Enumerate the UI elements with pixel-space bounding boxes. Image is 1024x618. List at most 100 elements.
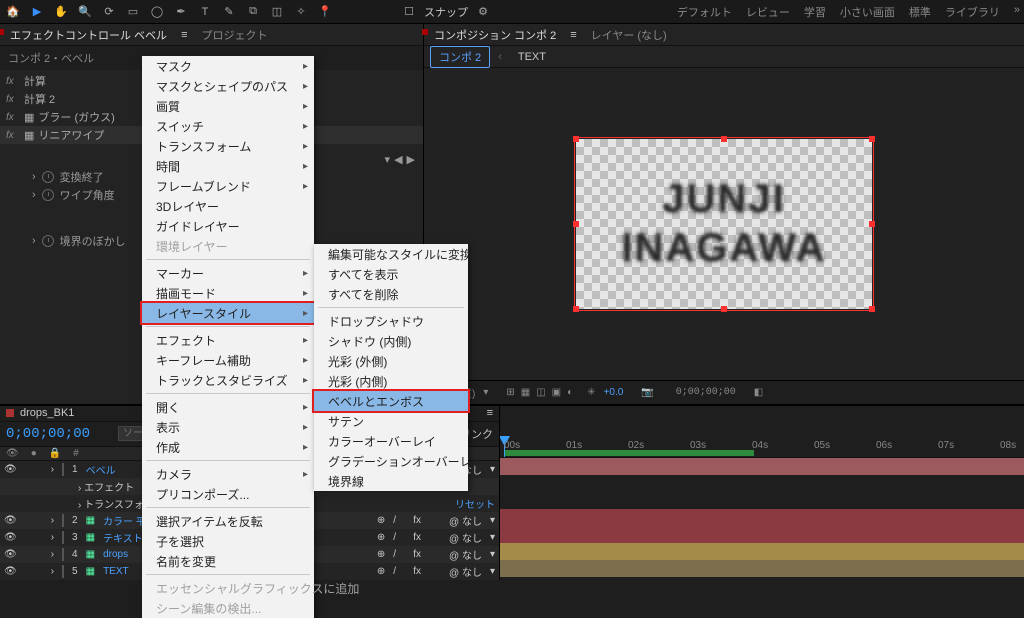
composition-viewer[interactable]: JUNJI INAGAWA: [424, 68, 1024, 380]
region-icon[interactable]: ▣: [552, 387, 561, 398]
menu-item[interactable]: マスク: [142, 56, 314, 76]
menu-item[interactable]: 画質: [142, 96, 314, 116]
menu-item[interactable]: 作成: [142, 437, 314, 457]
tab-composition[interactable]: コンポジション コンポ 2: [430, 25, 560, 45]
zoom-tool-icon[interactable]: 🔍: [76, 3, 94, 21]
submenu-item[interactable]: サテン: [314, 411, 468, 431]
timeline-tab[interactable]: drops_BK1: [20, 407, 74, 419]
menu-item[interactable]: マスクとシェイプのパス: [142, 76, 314, 96]
submenu-item[interactable]: すべてを削除: [314, 284, 468, 304]
workspace-more-icon[interactable]: »: [1014, 4, 1020, 20]
handle-icon[interactable]: [869, 136, 875, 142]
nav-arrows[interactable]: ▾◀▶: [385, 153, 415, 166]
exposure-value[interactable]: +0.0: [604, 387, 624, 398]
channel-icon[interactable]: ◐: [567, 387, 573, 398]
workspace-library[interactable]: ライブラリ: [945, 4, 1000, 20]
timeline-tracks[interactable]: 00s01s02s03s04s05s06s07s08s: [500, 406, 1024, 580]
submenu-item[interactable]: 光彩 (内側): [314, 371, 468, 391]
tab-effect-controls[interactable]: エフェクトコントロール ベベル: [6, 25, 171, 45]
layer-bar[interactable]: [500, 543, 1024, 560]
menu-item[interactable]: スイッチ: [142, 116, 314, 136]
panel-menu-icon[interactable]: ≡: [570, 29, 576, 41]
workspace-review[interactable]: レビュー: [746, 4, 790, 20]
menu-item[interactable]: カメラ: [142, 464, 314, 484]
menu-item[interactable]: 3Dレイヤー: [142, 196, 314, 216]
menu-item[interactable]: 開く: [142, 397, 314, 417]
layer-bar[interactable]: [500, 509, 1024, 526]
selection-tool-icon[interactable]: ▶: [28, 3, 46, 21]
hand-tool-icon[interactable]: ✋: [52, 3, 70, 21]
draft-icon[interactable]: ◧: [754, 387, 763, 398]
menu-item[interactable]: 描画モード: [142, 283, 314, 303]
submenu-item[interactable]: ベベルとエンボス: [314, 391, 468, 411]
menu-item[interactable]: トランスフォーム: [142, 136, 314, 156]
submenu-item[interactable]: シャドウ (内側): [314, 331, 468, 351]
submenu-item[interactable]: カラーオーバーレイ: [314, 431, 468, 451]
panel-menu-icon[interactable]: ≡: [487, 407, 493, 419]
time-ruler[interactable]: 00s01s02s03s04s05s06s07s08s: [500, 406, 1024, 458]
orbit-tool-icon[interactable]: ⟳: [100, 3, 118, 21]
time-display[interactable]: 0;00;00;00: [676, 387, 736, 398]
eraser-tool-icon[interactable]: ◫: [268, 3, 286, 21]
breadcrumb-active[interactable]: コンポ 2: [430, 46, 490, 68]
panel-menu-icon[interactable]: ≡: [181, 29, 187, 41]
brush-tool-icon[interactable]: ✎: [220, 3, 238, 21]
workspace-small[interactable]: 小さい画面: [840, 4, 895, 20]
roto-tool-icon[interactable]: ✧: [292, 3, 310, 21]
snap-checkbox[interactable]: ☐: [400, 3, 418, 21]
submenu-item[interactable]: 編集可能なスタイルに変換: [314, 244, 468, 264]
pen-tool-icon[interactable]: ✒: [172, 3, 190, 21]
menu-item[interactable]: 時間: [142, 156, 314, 176]
workspace-default[interactable]: デフォルト: [677, 4, 732, 20]
home-icon[interactable]: 🏠: [4, 3, 22, 21]
menu-item[interactable]: ガイドレイヤー: [142, 216, 314, 236]
snapshot-icon[interactable]: 📷: [641, 387, 653, 398]
canvas[interactable]: JUNJI INAGAWA: [576, 139, 872, 309]
rect-tool-icon[interactable]: ▭: [124, 3, 142, 21]
type-tool-icon[interactable]: T: [196, 3, 214, 21]
menu-item[interactable]: キーフレーム補助: [142, 350, 314, 370]
puppet-tool-icon[interactable]: 📍: [316, 3, 334, 21]
handle-icon[interactable]: [869, 306, 875, 312]
layer-bar[interactable]: [500, 560, 1024, 577]
menu-item[interactable]: 子を選択: [142, 531, 314, 551]
grid-icon[interactable]: ⊞: [506, 387, 514, 398]
menu-item[interactable]: エフェクト: [142, 330, 314, 350]
submenu-item[interactable]: すべてを表示: [314, 264, 468, 284]
menu-item[interactable]: トラックとスタビライズ: [142, 370, 314, 390]
menu-item[interactable]: 名前を変更: [142, 551, 314, 571]
mask-icon[interactable]: ◫: [536, 387, 545, 398]
handle-icon[interactable]: [573, 136, 579, 142]
timecode[interactable]: 0;00;00;00: [6, 426, 90, 442]
menu-item[interactable]: プリコンポーズ...: [142, 484, 314, 504]
layer-bar[interactable]: [500, 526, 1024, 543]
snap-options-icon[interactable]: ⚙: [474, 3, 492, 21]
submenu-item[interactable]: 境界線: [314, 471, 468, 491]
workspace-learn[interactable]: 学習: [804, 4, 826, 20]
menu-item[interactable]: フレームブレンド: [142, 176, 314, 196]
submenu-item[interactable]: 光彩 (外側): [314, 351, 468, 371]
layer-bar[interactable]: [500, 458, 1024, 475]
handle-icon[interactable]: [869, 221, 875, 227]
menu-item[interactable]: 表示: [142, 417, 314, 437]
stopwatch-icon[interactable]: [42, 171, 54, 183]
menu-item[interactable]: 選択アイテムを反転: [142, 511, 314, 531]
adjust-icon[interactable]: ✳: [587, 387, 595, 398]
handle-icon[interactable]: [721, 306, 727, 312]
tab-project[interactable]: プロジェクト: [197, 25, 271, 45]
guides-icon[interactable]: ▦: [521, 387, 530, 398]
ellipse-tool-icon[interactable]: ◯: [148, 3, 166, 21]
menu-item[interactable]: レイヤースタイル: [142, 303, 314, 323]
submenu-item[interactable]: グラデーションオーバーレイ: [314, 451, 468, 471]
handle-icon[interactable]: [573, 221, 579, 227]
handle-icon[interactable]: [721, 136, 727, 142]
tab-layer[interactable]: レイヤー (なし): [587, 25, 671, 45]
menu-item[interactable]: マーカー: [142, 263, 314, 283]
handle-icon[interactable]: [573, 306, 579, 312]
workspace-standard[interactable]: 標準: [909, 4, 931, 20]
submenu-item[interactable]: ドロップシャドウ: [314, 311, 468, 331]
clone-tool-icon[interactable]: ⧉: [244, 3, 262, 21]
breadcrumb-item[interactable]: TEXT: [510, 49, 554, 65]
stopwatch-icon[interactable]: [42, 189, 54, 201]
stopwatch-icon[interactable]: [42, 235, 54, 247]
